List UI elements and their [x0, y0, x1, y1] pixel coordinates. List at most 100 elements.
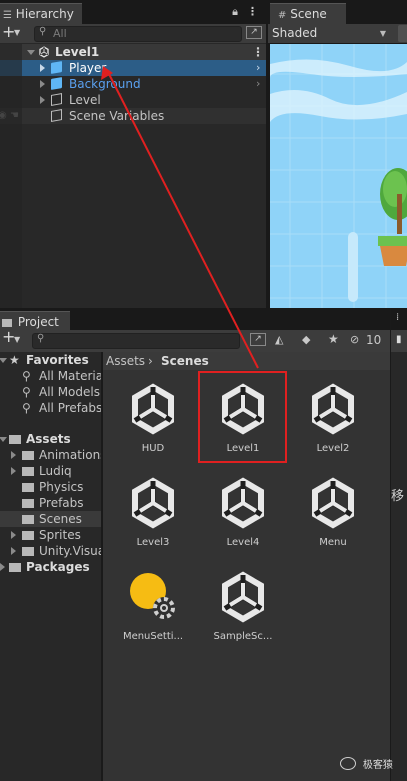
- hierarchy-item-label: Level: [69, 93, 101, 107]
- asset-item[interactable]: HUD: [108, 382, 198, 454]
- wechat-icon: [340, 757, 356, 770]
- unity-scene-icon: [126, 476, 180, 530]
- project-search-input[interactable]: ⚲: [32, 333, 240, 349]
- scene-menu-icon[interactable]: ⋮: [252, 44, 264, 60]
- expand-arrow-icon[interactable]: [11, 467, 16, 475]
- asset-label: Level4: [226, 537, 260, 548]
- breadcrumb-assets[interactable]: Assets: [106, 352, 145, 370]
- hierarchy-panel: ☰ Hierarchy 🔒︎ ⋮ + ▼ ⚲ All ↗ Level1 ⋮ Pl…: [0, 0, 266, 308]
- chevron-right-icon[interactable]: ›: [256, 76, 260, 92]
- hierarchy-item-player[interactable]: Player ›: [0, 60, 266, 76]
- asset-label: Level2: [316, 443, 350, 454]
- expand-arrow-icon[interactable]: [11, 451, 16, 459]
- folder-label: Prefabs: [39, 496, 84, 510]
- watermark-text: 极客猿: [362, 760, 393, 771]
- collapse-arrow-icon[interactable]: [0, 358, 7, 363]
- assets-header[interactable]: Assets: [0, 431, 101, 447]
- asset-item[interactable]: SampleSc...: [198, 570, 288, 642]
- folder-label: Scenes: [39, 512, 82, 526]
- asset-item[interactable]: Level2: [288, 382, 378, 454]
- toolbar-toggle-icon[interactable]: ▮: [396, 334, 402, 345]
- scene-panel: # Scene Shaded ▼: [268, 0, 407, 308]
- hierarchy-scene-row[interactable]: Level1 ⋮: [0, 44, 266, 60]
- favorite-star-icon[interactable]: ★: [328, 332, 339, 346]
- collapse-arrow-icon[interactable]: [27, 50, 35, 55]
- folder-label: Ludiq: [39, 464, 72, 478]
- asset-item[interactable]: Level3: [108, 476, 198, 548]
- hierarchy-item-background[interactable]: Background ›: [0, 76, 266, 92]
- scene-options-icon[interactable]: ↗: [246, 26, 262, 39]
- unity-scene-small-icon: [38, 46, 50, 58]
- unity-scene-icon: [306, 382, 360, 436]
- folder-icon: [22, 467, 34, 476]
- project-panel: Project + ▼ ⚲ ↗ ◭ ◆ ★ ⊘ 10 ★ Favorites ⚲…: [0, 308, 390, 781]
- folder-icon: [9, 563, 21, 572]
- project-folder-tree: ★ Favorites ⚲ All Materia ⚲ All Models ⚲…: [0, 352, 106, 781]
- hierarchy-item-level[interactable]: Level: [0, 92, 266, 108]
- hidden-packages-icon[interactable]: ⊘: [350, 333, 359, 347]
- favorites-item-label: All Prefabs: [39, 401, 103, 415]
- asset-label: Level3: [136, 537, 170, 548]
- packages-label: Packages: [26, 560, 90, 574]
- asset-label: HUD: [141, 443, 165, 454]
- folder-item[interactable]: Sprites: [0, 527, 101, 543]
- favorites-header[interactable]: ★ Favorites: [0, 352, 101, 368]
- folder-item[interactable]: Physics: [0, 479, 101, 495]
- expand-arrow-icon[interactable]: [40, 96, 45, 104]
- expand-arrow-icon[interactable]: [11, 547, 16, 555]
- shading-mode-dropdown[interactable]: Shaded ▼: [270, 25, 388, 42]
- asset-label: Menu: [319, 537, 347, 548]
- search-by-type-icon[interactable]: ↗: [250, 333, 266, 346]
- unity-scene-icon: [306, 476, 360, 530]
- expand-arrow-icon[interactable]: [0, 563, 5, 571]
- favorites-item[interactable]: ⚲ All Materia: [0, 368, 103, 384]
- tab-scene[interactable]: # Scene: [270, 3, 346, 24]
- folder-icon: [22, 547, 34, 556]
- tab-project-label: Project: [17, 315, 59, 329]
- scene-viewport-art: [270, 44, 407, 308]
- dropdown-arrow-icon[interactable]: ▼: [14, 333, 20, 347]
- hierarchy-search-input[interactable]: ⚲ All: [34, 26, 242, 42]
- asset-item[interactable]: MenuSetti...: [108, 570, 198, 642]
- expand-arrow-icon[interactable]: [11, 531, 16, 539]
- scene-toolbar-button[interactable]: [398, 25, 407, 42]
- asset-item[interactable]: Level4: [198, 476, 288, 548]
- favorites-item[interactable]: ⚲ All Models: [0, 384, 101, 400]
- chevron-right-icon[interactable]: ›: [256, 60, 260, 76]
- tab-hierarchy[interactable]: ☰ Hierarchy: [0, 3, 82, 24]
- gameobject-cube-icon: [51, 93, 62, 106]
- unity-scene-icon: [216, 570, 270, 624]
- shading-mode-label: Shaded: [272, 26, 318, 40]
- hierarchy-item-scene-variables[interactable]: ◉ ☚ Scene Variables: [0, 108, 266, 124]
- unity-scene-icon: [126, 382, 180, 436]
- expand-arrow-icon[interactable]: [40, 64, 45, 72]
- label-tag-icon[interactable]: ◆: [302, 333, 310, 347]
- expand-arrow-icon[interactable]: [40, 80, 45, 88]
- folder-item[interactable]: Ludiq: [0, 463, 101, 479]
- breadcrumb-scenes[interactable]: Scenes: [161, 352, 209, 370]
- unity-scene-icon: [216, 476, 270, 530]
- inspector-clipped-text: 移: [391, 489, 405, 504]
- folder-item[interactable]: Unity.Visua: [0, 543, 101, 559]
- folder-item[interactable]: Animations: [0, 447, 106, 463]
- asset-item[interactable]: Menu: [288, 476, 378, 548]
- inspector-tab-icon[interactable]: ⁞: [396, 312, 399, 323]
- favorites-item[interactable]: ⚲ All Prefabs: [0, 400, 103, 416]
- assets-label: Assets: [26, 432, 71, 446]
- folder-item-selected[interactable]: Scenes: [0, 511, 101, 527]
- hierarchy-item-label: Player: [69, 61, 107, 75]
- gameobject-cube-icon: [51, 109, 62, 122]
- inspector-edge-panel: ⁞ ▮ 移: [390, 308, 407, 781]
- folder-label: Physics: [39, 480, 84, 494]
- folder-icon: [22, 483, 34, 492]
- folder-item[interactable]: Prefabs: [0, 495, 101, 511]
- packages-header[interactable]: Packages: [0, 559, 101, 575]
- asset-label: MenuSetti...: [122, 631, 184, 642]
- dropdown-arrow-icon[interactable]: ▼: [14, 26, 20, 40]
- menu-dots-icon[interactable]: ⋮: [247, 5, 258, 19]
- filter-type-icon[interactable]: ◭: [275, 333, 283, 347]
- scene-viewport[interactable]: [270, 44, 407, 308]
- collapse-arrow-icon[interactable]: [0, 437, 7, 442]
- lock-icon[interactable]: 🔒︎: [229, 5, 241, 19]
- folder-icon: [2, 319, 12, 327]
